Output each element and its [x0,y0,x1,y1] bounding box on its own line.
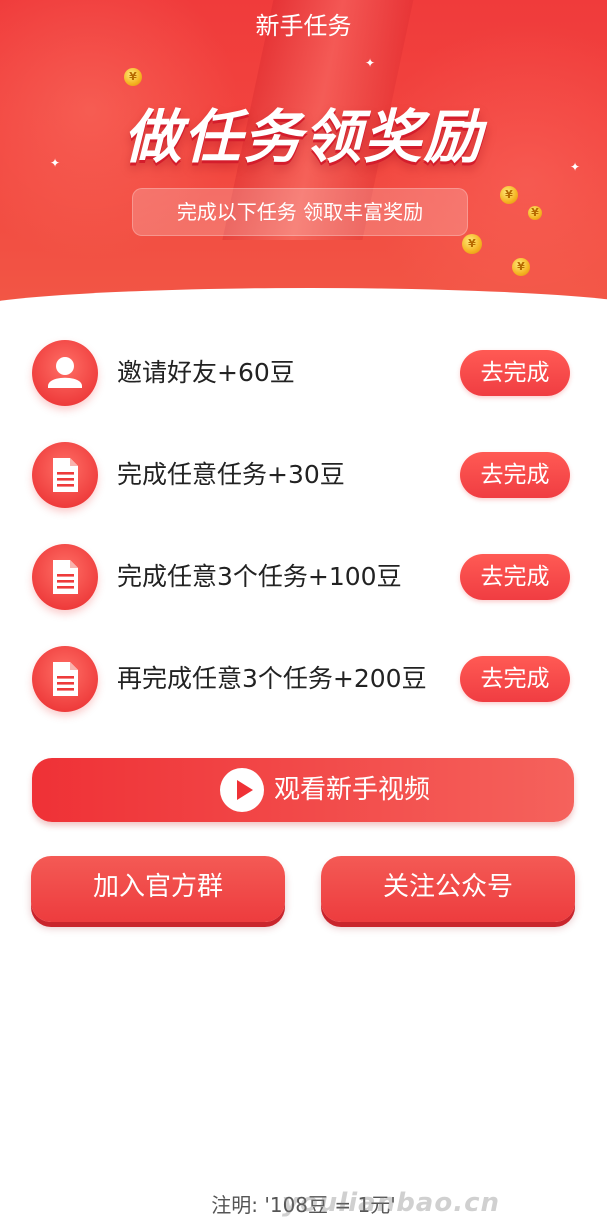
document-icon [32,544,98,610]
sparkle-icon: ✦ [365,56,376,70]
hero-heading: 做任务领奖励 [123,103,484,171]
page-title: 新手任务 [255,12,352,40]
follow-account-button[interactable]: 关注公众号 [321,856,575,922]
hero-wave [0,288,607,320]
coin-icon: ¥ [124,68,142,86]
hero-subtitle: 完成以下任务 领取丰富奖励 [132,188,468,236]
user-icon [32,340,98,406]
task-label: 完成任意任务+30豆 [117,460,345,489]
coin-icon: ¥ [528,206,542,220]
task-label: 再完成任意3个任务+200豆 [117,664,427,693]
task-complete-button[interactable]: 去完成 [460,350,570,396]
document-icon [32,442,98,508]
task-item: 再完成任意3个任务+200豆 去完成 [0,646,607,716]
watch-video-label: 观看新手视频 [274,775,431,805]
task-complete-button[interactable]: 去完成 [460,656,570,702]
watch-video-button[interactable]: 观看新手视频 [32,758,574,822]
task-item: 完成任意3个任务+100豆 去完成 [0,544,607,614]
task-item: 邀请好友+60豆 去完成 [0,340,607,410]
coin-icon: ¥ [462,234,482,254]
coin-icon: ¥ [512,258,530,276]
task-label: 完成任意3个任务+100豆 [117,562,402,591]
document-icon [32,646,98,712]
coin-icon: ¥ [500,186,518,204]
play-icon [220,768,264,812]
task-item: 完成任意任务+30豆 去完成 [0,442,607,512]
join-group-button[interactable]: 加入官方群 [31,856,285,922]
task-complete-button[interactable]: 去完成 [460,452,570,498]
task-label: 邀请好友+60豆 [117,358,295,387]
task-complete-button[interactable]: 去完成 [460,554,570,600]
watermark: youlianbao.cn [282,1188,501,1218]
